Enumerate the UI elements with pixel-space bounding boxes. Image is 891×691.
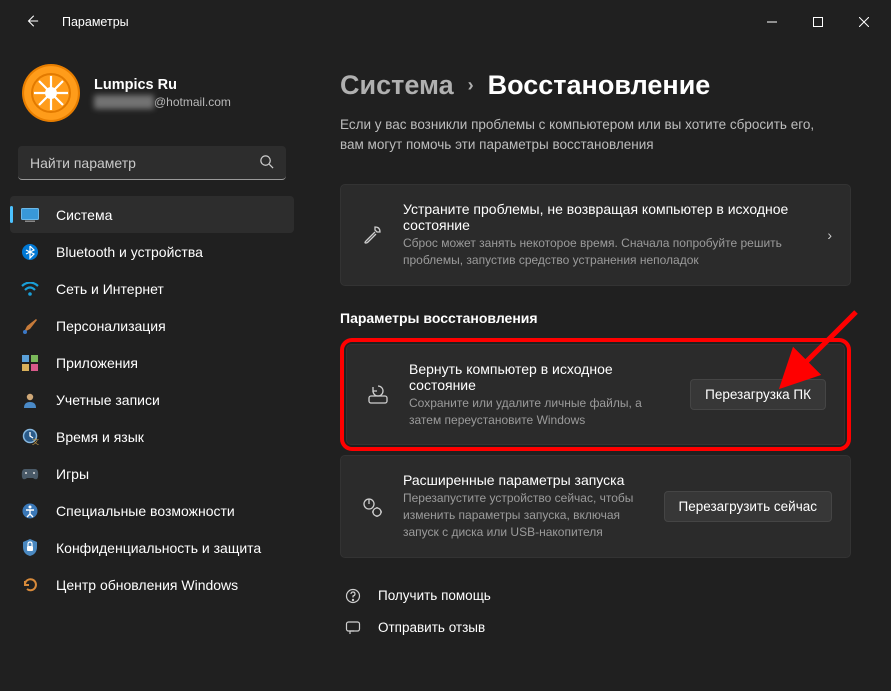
wifi-icon xyxy=(20,279,40,299)
profile-block[interactable]: Lumpics Ru xxxx@hotmail.com xyxy=(4,44,300,146)
system-icon xyxy=(20,205,40,225)
search-box[interactable] xyxy=(18,146,286,180)
nav-label: Bluetooth и устройства xyxy=(56,244,203,260)
troubleshoot-card[interactable]: Устраните проблемы, не возвращая компьют… xyxy=(340,184,851,286)
nav-item-personalization[interactable]: Персонализация xyxy=(10,307,294,344)
chevron-right-icon: › xyxy=(827,227,832,243)
nav-list: Система Bluetooth и устройства Сеть и Ин… xyxy=(4,196,300,603)
profile-name: Lumpics Ru xyxy=(94,77,231,93)
nav-label: Учетные записи xyxy=(56,392,160,408)
breadcrumb-parent[interactable]: Система xyxy=(340,70,454,101)
minimize-button[interactable] xyxy=(749,6,795,38)
bluetooth-icon xyxy=(20,242,40,262)
window-title: Параметры xyxy=(62,15,129,29)
nav-item-accounts[interactable]: Учетные записи xyxy=(10,381,294,418)
reset-pc-card: Вернуть компьютер в исходное состояние С… xyxy=(346,344,845,446)
card-title: Устраните проблемы, не возвращая компьют… xyxy=(403,201,811,233)
section-title: Параметры восстановления xyxy=(340,310,851,326)
restart-now-button[interactable]: Перезагрузить сейчас xyxy=(664,491,832,522)
nav-item-system[interactable]: Система xyxy=(10,196,294,233)
nav-label: Специальные возможности xyxy=(56,503,235,519)
power-gear-icon xyxy=(359,496,385,518)
main-content: Система › Восстановление Если у вас возн… xyxy=(312,44,891,691)
nav-label: Персонализация xyxy=(56,318,166,334)
wrench-icon xyxy=(359,224,385,246)
back-button[interactable] xyxy=(20,14,44,31)
help-icon xyxy=(342,588,364,604)
search-icon xyxy=(259,154,274,172)
feedback-link[interactable]: Отправить отзыв xyxy=(340,612,851,644)
nav-item-privacy[interactable]: Конфиденциальность и защита xyxy=(10,529,294,566)
card-subtitle: Сброс может занять некоторое время. Снач… xyxy=(403,235,811,269)
feedback-icon xyxy=(342,620,364,636)
nav-item-time[interactable]: 文 Время и язык xyxy=(10,418,294,455)
card-subtitle: Сохраните или удалите личные файлы, а за… xyxy=(409,395,674,429)
brush-icon xyxy=(20,316,40,336)
link-label: Отправить отзыв xyxy=(378,620,485,635)
nav-label: Центр обновления Windows xyxy=(56,577,238,593)
nav-label: Конфиденциальность и защита xyxy=(56,540,261,556)
breadcrumb: Система › Восстановление xyxy=(340,70,851,101)
link-label: Получить помощь xyxy=(378,588,491,603)
highlight-annotation: Вернуть компьютер в исходное состояние С… xyxy=(340,338,851,452)
nav-label: Сеть и Интернет xyxy=(56,281,164,297)
titlebar: Параметры xyxy=(0,0,891,44)
nav-item-accessibility[interactable]: Специальные возможности xyxy=(10,492,294,529)
profile-email: xxxx@hotmail.com xyxy=(94,95,231,109)
card-subtitle: Перезапустите устройство сейчас, чтобы и… xyxy=(403,490,648,540)
update-icon xyxy=(20,575,40,595)
card-title: Расширенные параметры запуска xyxy=(403,472,648,488)
nav-label: Система xyxy=(56,207,112,223)
advanced-startup-card: Расширенные параметры запуска Перезапуст… xyxy=(340,455,851,557)
apps-icon xyxy=(20,353,40,373)
close-button[interactable] xyxy=(841,6,887,38)
nav-label: Время и язык xyxy=(56,429,144,445)
reset-pc-button[interactable]: Перезагрузка ПК xyxy=(690,379,826,410)
maximize-button[interactable] xyxy=(795,6,841,38)
avatar xyxy=(22,64,80,122)
card-title: Вернуть компьютер в исходное состояние xyxy=(409,361,674,393)
privacy-icon xyxy=(20,538,40,558)
reset-icon xyxy=(365,384,391,406)
nav-item-update[interactable]: Центр обновления Windows xyxy=(10,566,294,603)
account-icon xyxy=(20,390,40,410)
time-icon: 文 xyxy=(20,427,40,447)
sidebar: Lumpics Ru xxxx@hotmail.com Система Blue… xyxy=(0,44,312,691)
svg-text:文: 文 xyxy=(32,437,39,445)
search-input[interactable] xyxy=(30,155,259,171)
nav-label: Приложения xyxy=(56,355,138,371)
get-help-link[interactable]: Получить помощь xyxy=(340,580,851,612)
page-title: Восстановление xyxy=(488,70,711,101)
nav-item-apps[interactable]: Приложения xyxy=(10,344,294,381)
nav-item-bluetooth[interactable]: Bluetooth и устройства xyxy=(10,233,294,270)
gaming-icon xyxy=(20,464,40,484)
chevron-right-icon: › xyxy=(468,75,474,96)
nav-item-network[interactable]: Сеть и Интернет xyxy=(10,270,294,307)
nav-label: Игры xyxy=(56,466,89,482)
accessibility-icon xyxy=(20,501,40,521)
intro-text: Если у вас возникли проблемы с компьютер… xyxy=(340,115,840,154)
nav-item-gaming[interactable]: Игры xyxy=(10,455,294,492)
